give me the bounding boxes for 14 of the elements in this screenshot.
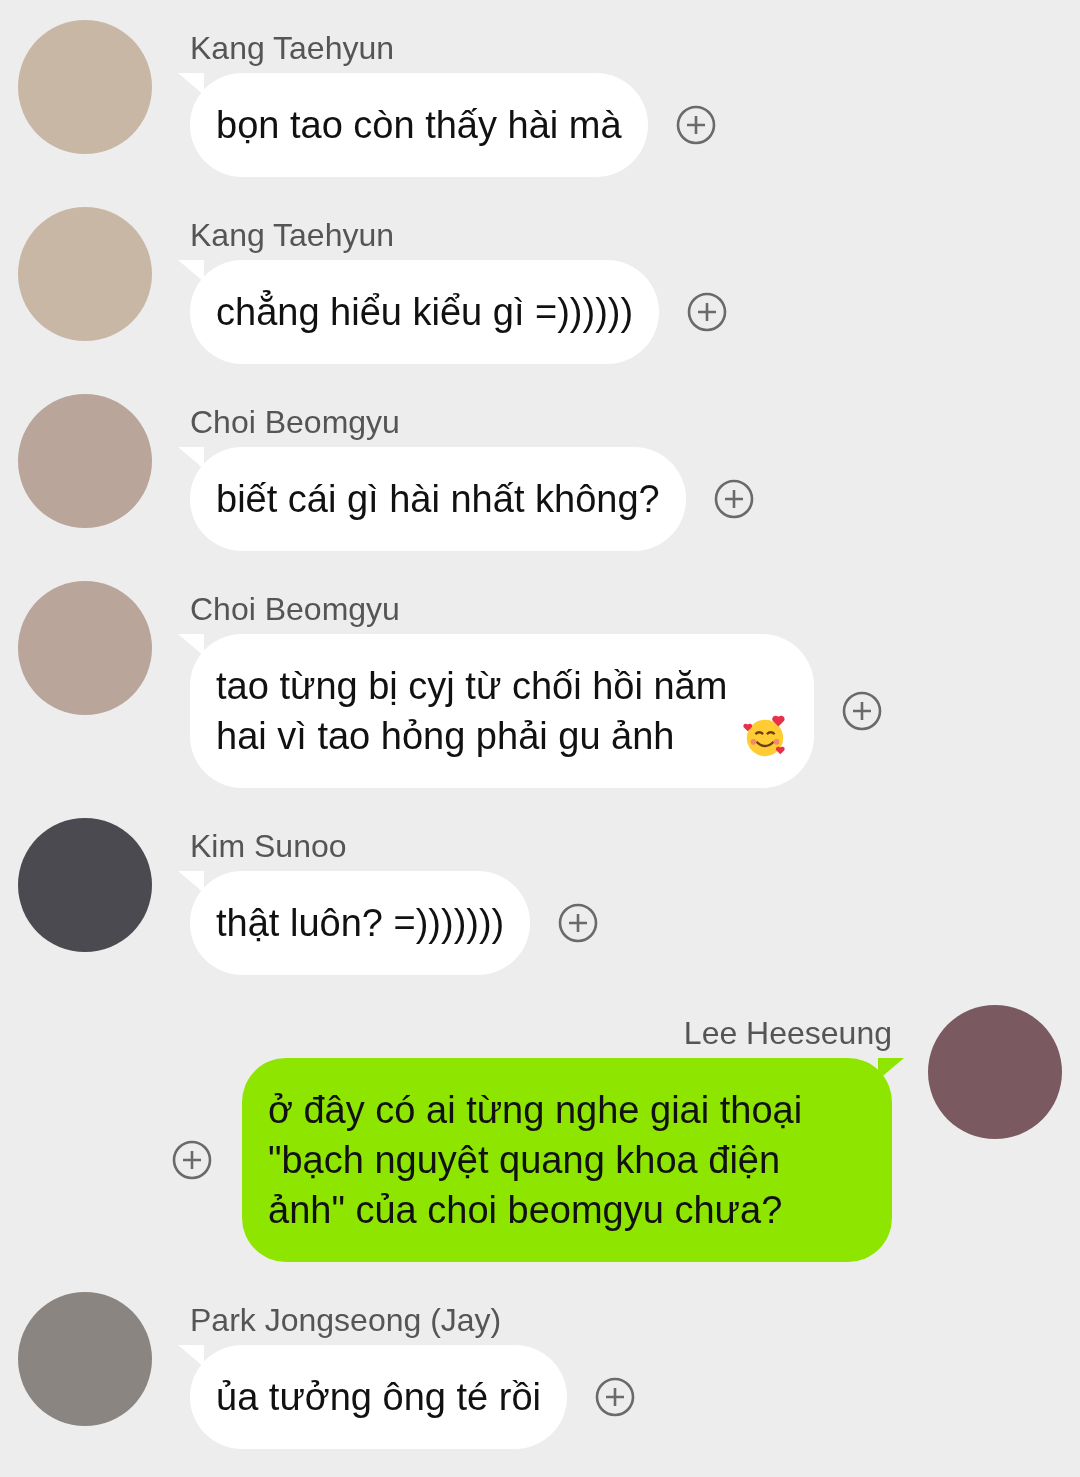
message-text: biết cái gì hài nhất không? (216, 477, 660, 522)
message-text: bọn tao còn thấy hài mà (216, 103, 622, 148)
sender-name: Kang Taehyun (190, 216, 395, 255)
message-text: chẳng hiểu kiểu gì =)))))) (216, 289, 634, 335)
message-text: thật luôn? =))))))) (216, 901, 505, 946)
sender-name: Park Jongseong (Jay) (190, 1301, 502, 1340)
sender-name: Choi Beomgyu (190, 403, 400, 442)
sender-name: Kang Taehyun (190, 29, 395, 68)
sender-name: Choi Beomgyu (190, 590, 400, 629)
sender-name: Lee Heeseung (683, 1014, 892, 1053)
message-text: ủa tưởng ông té rồi (216, 1375, 541, 1420)
sender-name: Kim Sunoo (190, 827, 347, 866)
message-text: ở đây có ai từng nghe giai thoại "bạch nguyệt quang khoa điện ảnh" của choi beomgyu chưa? (268, 1088, 804, 1233)
message-text: tao từng bị cyj từ chối hồi năm hai vì tao hỏng phải gu ảnh (216, 664, 729, 759)
